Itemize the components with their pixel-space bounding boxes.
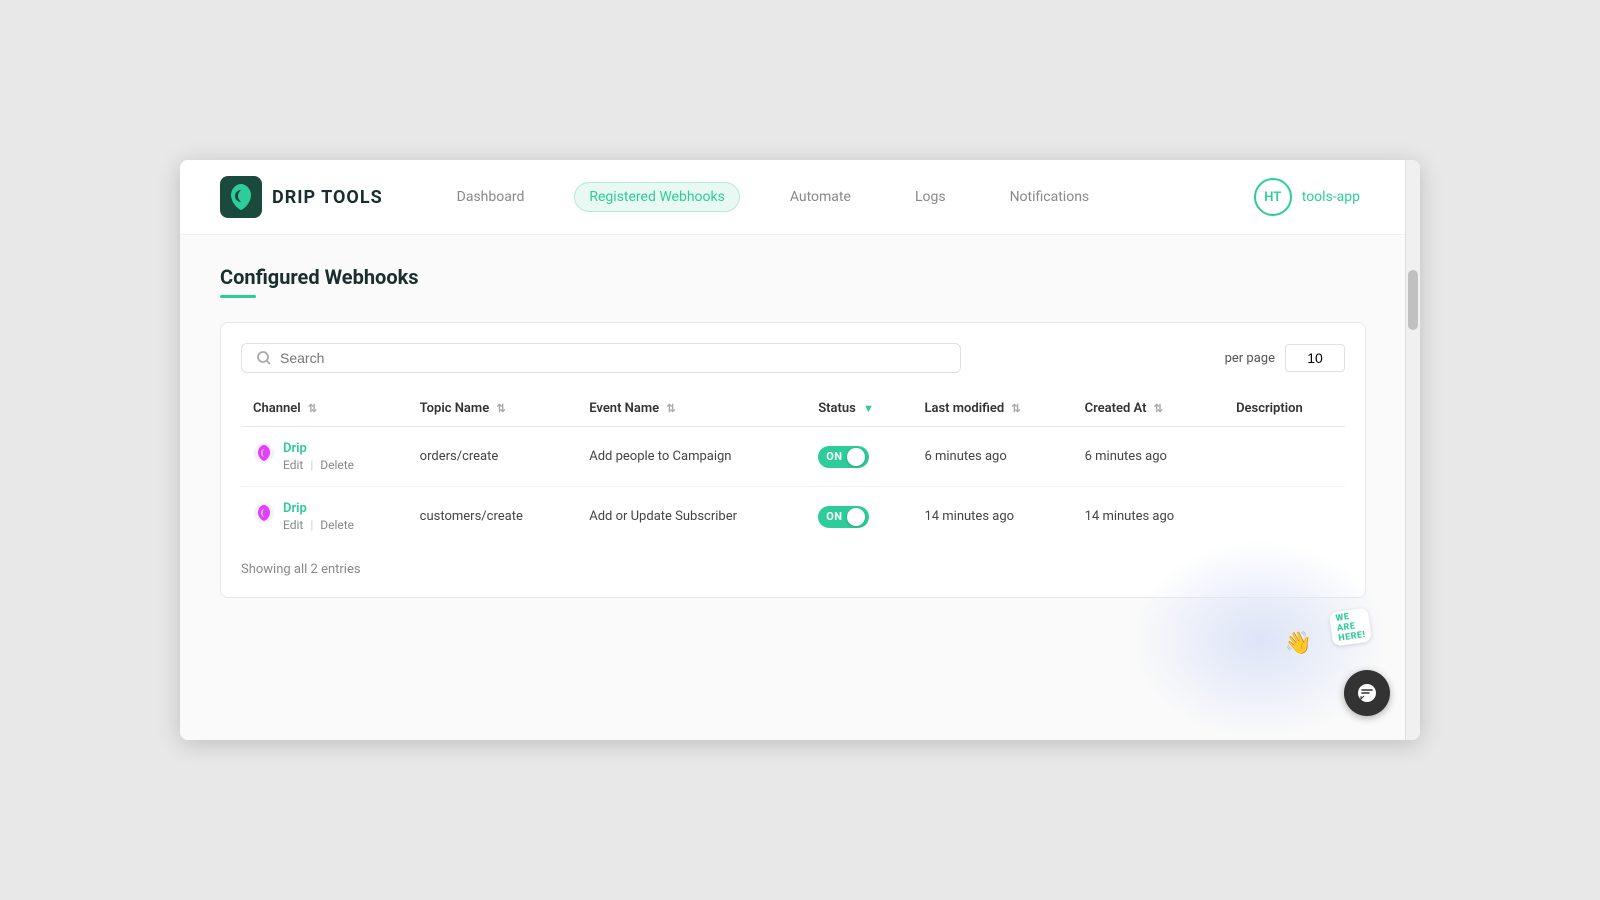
per-page-label: per page	[1225, 351, 1275, 366]
col-event-name[interactable]: Event Name ⇅	[577, 391, 806, 427]
search-input[interactable]	[280, 350, 946, 366]
col-description: Description	[1224, 391, 1345, 427]
cell-created-1: 14 minutes ago	[1073, 487, 1224, 547]
sort-icon-channel: ⇅	[308, 402, 317, 415]
webhooks-table: Channel ⇅ Topic Name ⇅ Event Name ⇅ St	[241, 391, 1345, 546]
main-nav: Dashboard Registered Webhooks Automate L…	[443, 182, 1254, 212]
channel-actions: Edit | Delete	[283, 518, 354, 532]
chat-emoji: 👋	[1285, 631, 1312, 656]
chat-badge: We Are Here!	[1329, 607, 1373, 646]
chat-button[interactable]	[1344, 670, 1390, 716]
col-channel[interactable]: Channel ⇅	[241, 391, 408, 427]
edit-link[interactable]: Edit	[283, 518, 303, 532]
drip-logo-icon	[253, 442, 275, 464]
cell-event-0: Add people to Campaign	[577, 427, 806, 487]
table-footer: Showing all 2 entries	[241, 562, 1345, 577]
cell-status-1: ON	[806, 487, 912, 547]
col-created-at[interactable]: Created At ⇅	[1073, 391, 1224, 427]
search-icon	[256, 350, 272, 366]
chat-icon	[1356, 682, 1378, 704]
delete-link[interactable]: Delete	[320, 518, 354, 532]
cell-desc-1	[1224, 487, 1345, 547]
cell-desc-0	[1224, 427, 1345, 487]
nav-automate[interactable]: Automate	[776, 183, 865, 211]
nav-logs[interactable]: Logs	[901, 183, 960, 211]
per-page-input[interactable]	[1285, 344, 1345, 372]
page-title: Configured Webhooks	[220, 265, 1380, 289]
channel-name: Drip	[283, 441, 354, 456]
cell-status-0: ON	[806, 427, 912, 487]
cell-modified-0: 6 minutes ago	[912, 427, 1072, 487]
page-title-wrap: Configured Webhooks	[220, 265, 1380, 298]
col-status[interactable]: Status ▼	[806, 391, 912, 427]
cell-modified-1: 14 minutes ago	[912, 487, 1072, 547]
user-area: HT tools-app	[1254, 178, 1360, 216]
sort-icon-status: ▼	[863, 402, 874, 415]
status-toggle[interactable]: ON	[818, 506, 868, 528]
nav-dashboard[interactable]: Dashboard	[443, 183, 539, 211]
cell-created-0: 6 minutes ago	[1073, 427, 1224, 487]
cell-event-1: Add or Update Subscriber	[577, 487, 806, 547]
cell-channel-1: Drip Edit | Delete	[241, 487, 408, 547]
header: DRIP TOOLS Dashboard Registered Webhooks…	[180, 160, 1420, 235]
sort-icon-topic: ⇅	[496, 402, 505, 415]
edit-link[interactable]: Edit	[283, 458, 303, 472]
sort-icon-modified: ⇅	[1011, 402, 1020, 415]
main-content: Configured Webhooks per page	[180, 235, 1420, 740]
per-page-wrap: per page	[1225, 344, 1345, 372]
table-controls: per page	[241, 343, 1345, 373]
logo-area: DRIP TOOLS	[220, 176, 383, 218]
col-topic-name[interactable]: Topic Name ⇅	[408, 391, 578, 427]
search-wrap	[241, 343, 961, 373]
title-underline	[220, 295, 256, 298]
status-toggle[interactable]: ON	[818, 446, 868, 468]
table-container: per page Channel ⇅ Topic Name ⇅	[220, 322, 1366, 598]
cell-channel-0: Drip Edit | Delete	[241, 427, 408, 487]
channel-name: Drip	[283, 501, 354, 516]
table-row: Drip Edit | Delete orders/create Add peo…	[241, 427, 1345, 487]
nav-registered-webhooks[interactable]: Registered Webhooks	[574, 182, 739, 212]
channel-actions: Edit | Delete	[283, 458, 354, 472]
avatar[interactable]: HT	[1254, 178, 1292, 216]
nav-notifications[interactable]: Notifications	[996, 183, 1104, 211]
table-row: Drip Edit | Delete customers/create Add …	[241, 487, 1345, 547]
table-header-row: Channel ⇅ Topic Name ⇅ Event Name ⇅ St	[241, 391, 1345, 427]
delete-link[interactable]: Delete	[320, 458, 354, 472]
chat-widget: We Are Here! 👋	[1344, 670, 1390, 716]
cell-topic-0: orders/create	[408, 427, 578, 487]
drip-logo-icon	[253, 502, 275, 524]
sort-icon-event: ⇅	[666, 402, 675, 415]
sort-icon-created: ⇅	[1154, 402, 1163, 415]
col-last-modified[interactable]: Last modified ⇅	[912, 391, 1072, 427]
entries-count: Showing all 2 entries	[241, 562, 361, 577]
app-title: DRIP TOOLS	[272, 187, 383, 208]
cell-topic-1: customers/create	[408, 487, 578, 547]
user-label: tools-app	[1302, 189, 1360, 205]
logo-icon	[220, 176, 262, 218]
